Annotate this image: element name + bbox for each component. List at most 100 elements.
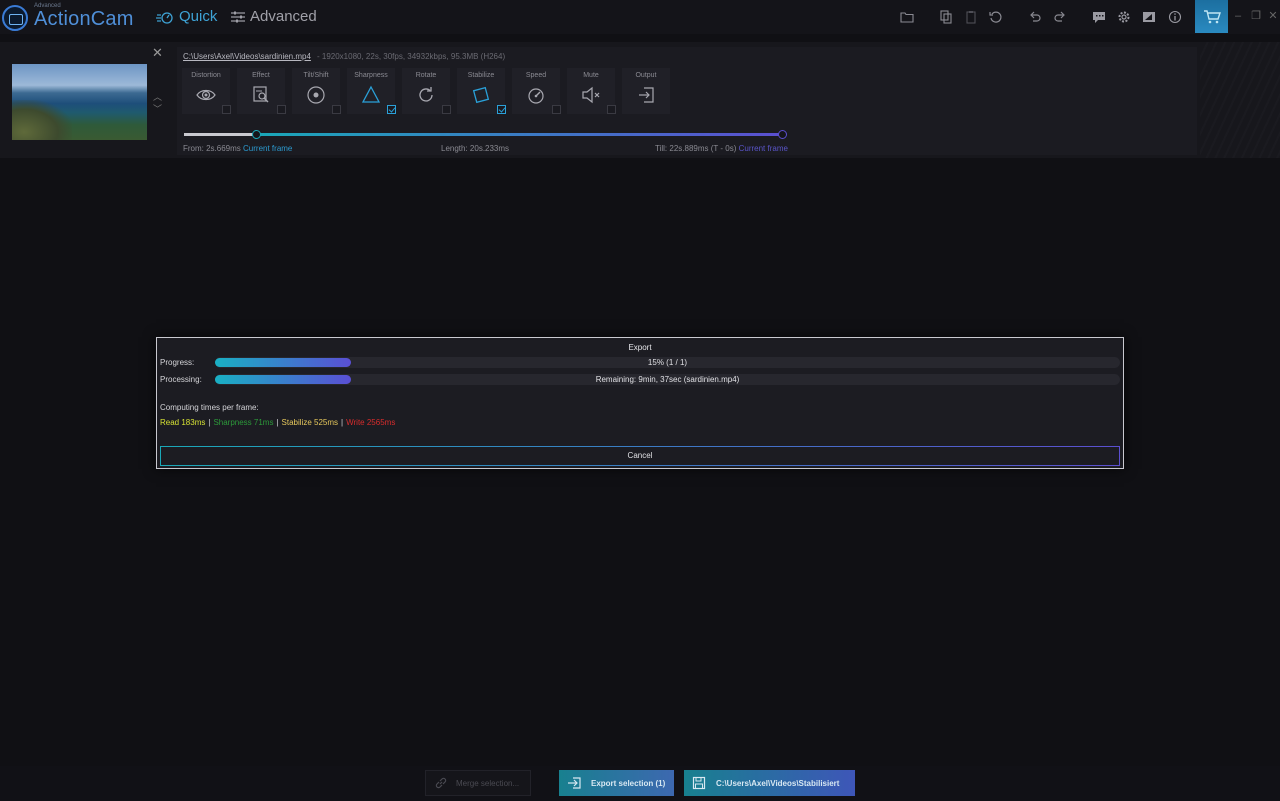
tool-label: Sharpness — [354, 72, 388, 79]
time-sharpness: Sharpness 71ms — [213, 418, 274, 427]
tool-label: Rotate — [415, 72, 437, 79]
tool-checkbox[interactable] — [332, 105, 341, 114]
settings-gear-icon[interactable] — [1117, 10, 1131, 24]
eye-icon — [196, 89, 216, 101]
progress-label: Progress: — [160, 358, 195, 367]
separator: | — [341, 418, 344, 427]
tool-checkbox-checked[interactable] — [387, 105, 396, 114]
info-icon[interactable] — [1168, 10, 1182, 24]
tool-checkbox[interactable] — [607, 105, 616, 114]
triangle-icon — [361, 85, 381, 103]
track-selected-range — [256, 133, 782, 136]
till-time: Till: 22s.889ms (T - 0s) Current frame — [655, 144, 788, 153]
range-end-handle[interactable] — [778, 130, 787, 139]
sliders-icon — [231, 11, 245, 22]
tool-checkbox[interactable] — [552, 105, 561, 114]
cancel-button[interactable]: Cancel — [160, 446, 1120, 466]
theme-icon[interactable] — [1142, 10, 1156, 24]
length-label: Length: 20s.233ms — [441, 144, 510, 153]
advanced-mode-label: Advanced — [250, 8, 317, 25]
tool-checkbox[interactable] — [442, 105, 451, 114]
brand-name: ActionCam — [34, 8, 134, 30]
tool-effect[interactable]: Effect — [237, 68, 286, 114]
tool-tiltshift[interactable]: Tilt/Shift — [292, 68, 341, 114]
reset-icon[interactable] — [989, 10, 1003, 24]
tool-label: Tilt/Shift — [303, 72, 329, 79]
tool-distortion[interactable]: Distortion — [182, 68, 231, 114]
redo-icon[interactable] — [1053, 10, 1067, 24]
from-current-frame-link[interactable]: Current frame — [243, 144, 292, 153]
bottom-bar: Merge selection... Export selection (1) … — [0, 766, 1280, 801]
effect-icon — [253, 86, 269, 103]
paste-icon[interactable] — [964, 10, 978, 24]
link-icon — [435, 777, 447, 789]
output-path-button[interactable]: C:\Users\Axel\Videos\Stabilisiert — [684, 770, 855, 796]
range-start-handle[interactable] — [252, 130, 261, 139]
shopping-cart-icon — [1203, 9, 1221, 23]
time-stabilize: Stabilize 525ms — [281, 418, 339, 427]
title-bar: Advanced ActionCam Quick Advanced – ❐ ✕ — [0, 0, 1280, 34]
clip-thumbnail[interactable] — [12, 64, 147, 140]
advanced-mode-tab[interactable]: Advanced — [231, 8, 317, 25]
open-folder-icon[interactable] — [900, 10, 914, 24]
tool-sharpness[interactable]: Sharpness — [347, 68, 396, 114]
close-window-icon[interactable]: ✕ — [1267, 10, 1279, 22]
mute-icon — [582, 86, 600, 104]
computing-times-label: Computing times per frame: — [160, 403, 259, 412]
tool-label: Effect — [252, 72, 270, 79]
restore-icon[interactable]: ❐ — [1250, 10, 1262, 22]
tool-speed[interactable]: Speed — [512, 68, 561, 114]
file-meta: - 1920x1080, 22s, 30fps, 34932kbps, 95.3… — [317, 52, 506, 61]
till-current-frame-link[interactable]: Current frame — [739, 144, 788, 153]
app-logo-icon — [2, 5, 28, 31]
minimize-icon[interactable]: – — [1232, 10, 1244, 22]
tool-label: Distortion — [191, 72, 221, 79]
export-icon — [568, 777, 581, 789]
tool-rotate[interactable]: Rotate — [402, 68, 451, 114]
tool-output[interactable]: Output — [622, 68, 670, 114]
clip-settings-panel: C:\Users\Axel\Videos\sardinien.mp4 - 192… — [177, 47, 1197, 155]
processing-label: Processing: — [160, 375, 202, 384]
trim-range-track[interactable] — [184, 130, 787, 139]
undo-icon[interactable] — [1028, 10, 1042, 24]
tool-stabilize[interactable]: Stabilize — [457, 68, 506, 114]
tool-mute[interactable]: Mute — [567, 68, 616, 114]
computing-times: Read 183ms | Sharpness 71ms | Stabilize 525m… — [160, 418, 395, 427]
chevron-down-icon[interactable]: ﹀ — [153, 102, 162, 115]
tool-label: Mute — [583, 72, 599, 79]
tool-checkbox[interactable] — [222, 105, 231, 114]
separator: | — [276, 418, 279, 427]
remove-clip-icon[interactable]: ✕ — [152, 45, 163, 61]
processing-bar: Remaining: 9min, 37sec (sardinien.mp4) — [215, 374, 1120, 385]
quick-mode-icon — [156, 11, 173, 24]
dialog-title: Export — [628, 343, 652, 352]
feedback-icon[interactable] — [1092, 10, 1106, 24]
progress-text: 15% (1 / 1) — [647, 358, 688, 367]
rotate-icon — [419, 87, 433, 102]
track-before-range — [184, 133, 256, 136]
export-selection-button[interactable]: Export selection (1) — [559, 770, 674, 796]
tool-label: Stabilize — [467, 72, 495, 79]
tool-checkbox[interactable] — [277, 105, 286, 114]
merge-selection-label: Merge selection... — [456, 778, 520, 788]
tool-label: Speed — [525, 72, 547, 79]
shopping-cart-button[interactable] — [1195, 0, 1228, 33]
clip-row: ✕ ︿ ﹀ C:\Users\Axel\Videos\sardinien.mp4… — [0, 42, 1280, 158]
tool-label: Output — [635, 72, 657, 79]
save-disk-icon — [692, 776, 706, 790]
till-label: Till: 22s.889ms (T - 0s) — [655, 144, 737, 153]
from-label: From: 2s.669ms — [183, 144, 241, 153]
decorative-pattern — [1200, 42, 1280, 158]
copy-icon[interactable] — [939, 10, 953, 24]
processing-text: Remaining: 9min, 37sec (sardinien.mp4) — [595, 375, 740, 384]
quick-mode-label: Quick — [179, 8, 218, 25]
separator: | — [208, 418, 211, 427]
quick-mode-tab[interactable]: Quick — [156, 8, 217, 25]
stabilize-icon — [472, 86, 490, 104]
output-icon — [639, 87, 654, 103]
file-path-link[interactable]: C:\Users\Axel\Videos\sardinien.mp4 — [183, 52, 311, 61]
export-dialog: Export Progress: 15% (1 / 1) Processing:… — [156, 337, 1124, 469]
merge-selection-button[interactable]: Merge selection... — [425, 770, 531, 796]
from-time: From: 2s.669ms Current frame — [183, 144, 292, 153]
tool-checkbox-checked[interactable] — [497, 105, 506, 114]
